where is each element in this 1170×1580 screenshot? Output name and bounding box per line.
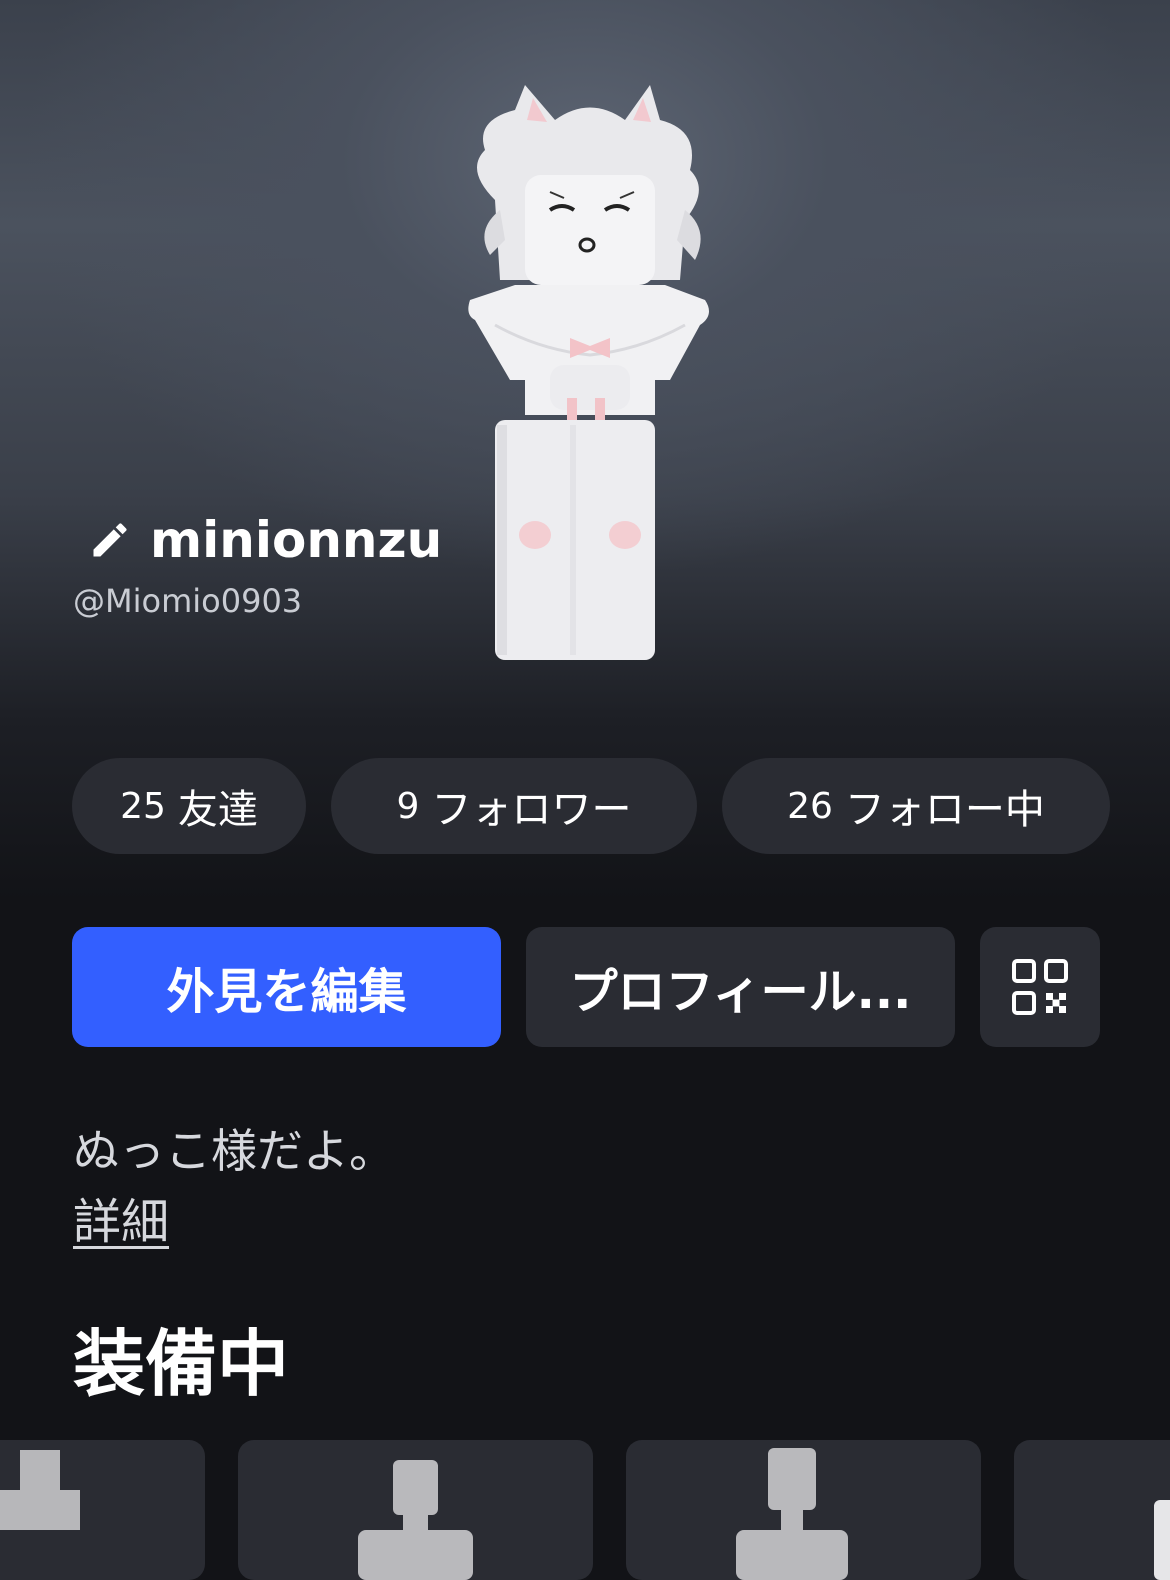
following-pill[interactable]: 26 フォロー中 (722, 758, 1110, 854)
equipped-item-card[interactable] (0, 1440, 205, 1580)
following-label: フォロー中 (844, 787, 1045, 833)
item-thumbnail (1154, 1500, 1170, 1580)
avatar-3d-preview[interactable] (455, 80, 725, 670)
followers-count: 9 (396, 785, 420, 827)
followers-pill[interactable]: 9 フォロワー (331, 758, 697, 854)
qr-code-button[interactable] (980, 927, 1100, 1047)
display-name-row[interactable]: minionnzu (88, 505, 442, 575)
profile-button[interactable]: プロフィール... (526, 927, 955, 1047)
profile-actions: 外見を編集 プロフィール... (72, 927, 1100, 1047)
following-count: 26 (787, 785, 833, 827)
equipped-heading: 装備中 (73, 1322, 290, 1406)
item-thumbnail (0, 1450, 80, 1530)
details-link[interactable]: 詳細 (73, 1182, 169, 1252)
friends-pill[interactable]: 25 友達 (72, 758, 306, 854)
username: @Miomio0903 (73, 582, 303, 620)
pencil-icon[interactable] (88, 518, 132, 562)
item-thumbnail (736, 1448, 848, 1580)
equipped-item-card[interactable] (626, 1440, 981, 1580)
avatar-image (468, 85, 709, 660)
friends-count: 25 (120, 785, 166, 827)
bio-text: ぬっこ様だよ。 (73, 1124, 395, 1178)
social-stats: 25 友達 9 フォロワー 26 フォロー中 (72, 758, 1110, 854)
edit-avatar-button[interactable]: 外見を編集 (72, 927, 501, 1047)
qr-code-icon (1012, 959, 1068, 1015)
display-name: minionnzu (150, 511, 443, 569)
followers-label: フォロワー (431, 787, 632, 833)
equipped-item-card[interactable] (1014, 1440, 1170, 1580)
friends-label: 友達 (177, 787, 258, 833)
item-thumbnail (358, 1460, 473, 1580)
equipped-item-card[interactable] (238, 1440, 593, 1580)
